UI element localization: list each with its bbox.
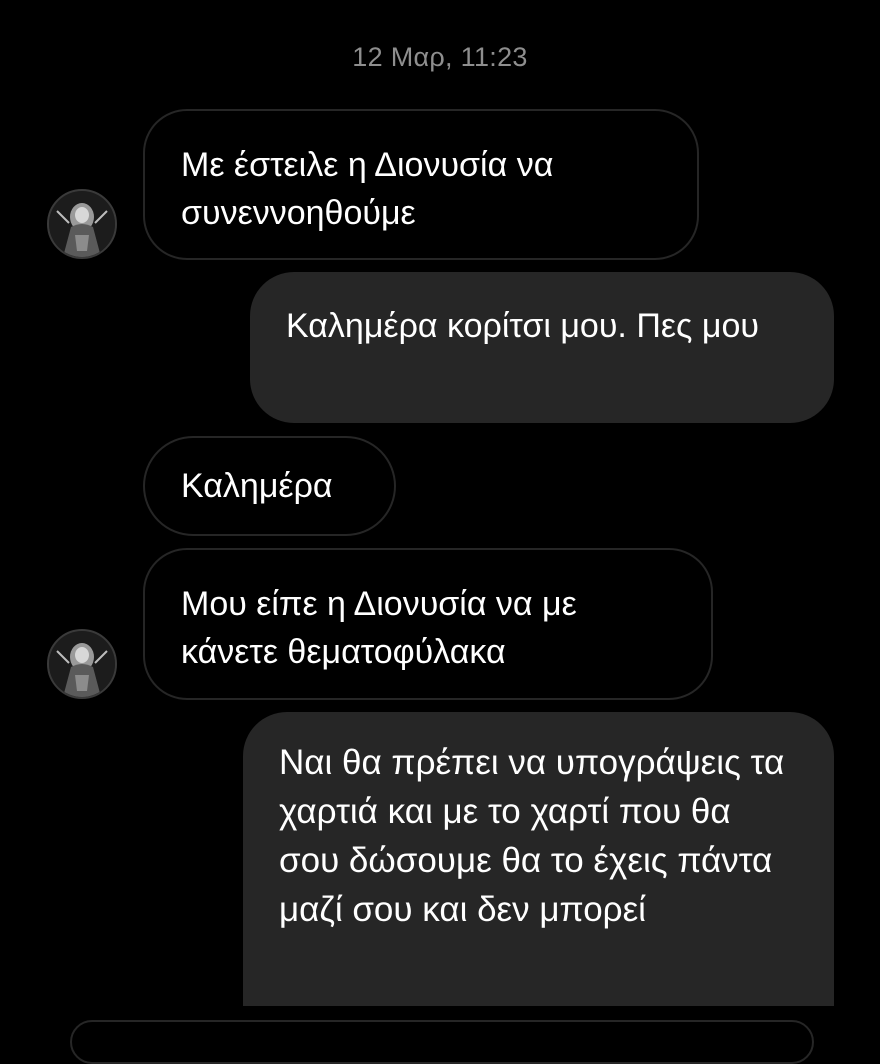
- incoming-message[interactable]: Μου είπε η Διονυσία να με κάνετε θεματοφ…: [143, 548, 713, 700]
- outgoing-message[interactable]: Ναι θα πρέπει να υπογράψεις τα χαρτιά κα…: [243, 712, 834, 1006]
- avatar-figure-icon: [49, 191, 115, 257]
- outgoing-message[interactable]: Καλημέρα κορίτσι μου. Πες μου: [250, 272, 834, 423]
- contact-avatar-icon[interactable]: [47, 629, 117, 699]
- contact-avatar-icon[interactable]: [47, 189, 117, 259]
- message-timestamp: 12 Μαρ, 11:23: [352, 42, 528, 72]
- avatar-figure-icon: [49, 631, 115, 697]
- incoming-message[interactable]: Καλημέρα: [143, 436, 396, 536]
- incoming-message[interactable]: Με έστειλε η Διονυσία να συνεννοηθούμε: [143, 109, 699, 260]
